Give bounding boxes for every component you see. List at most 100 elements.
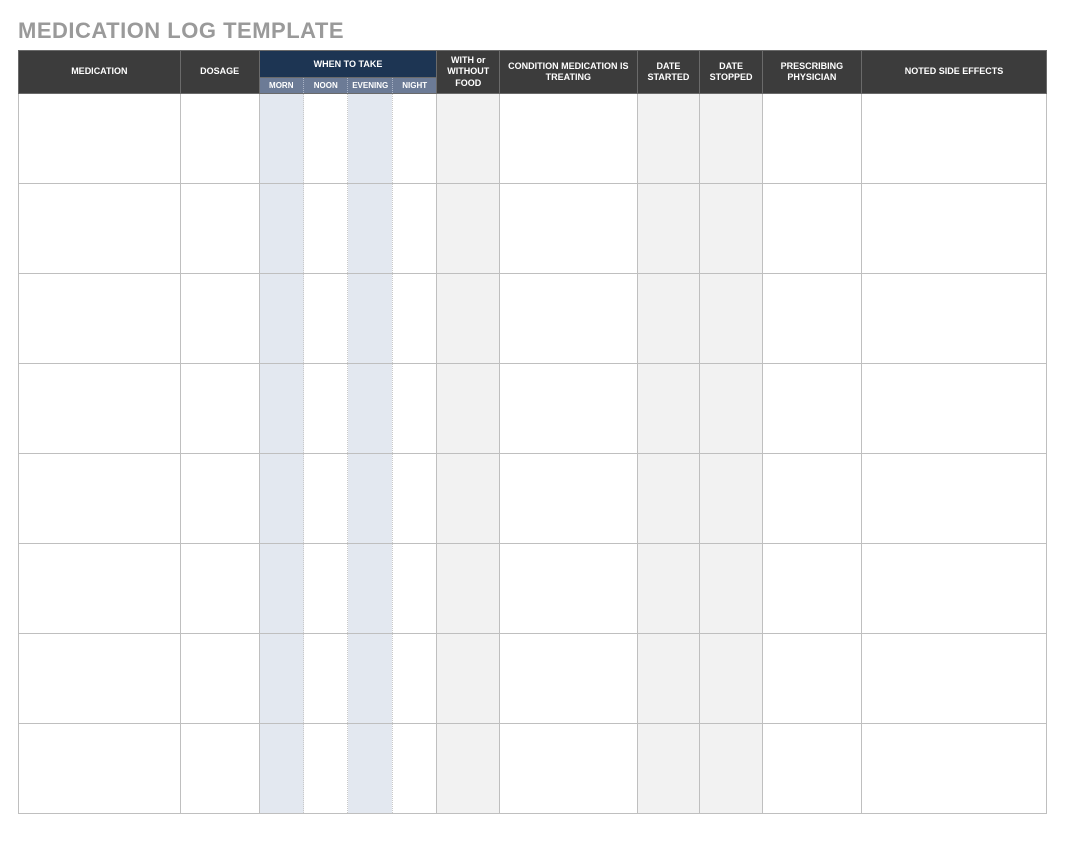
cell-morn[interactable] [259,543,303,633]
cell-noon[interactable] [304,723,348,813]
cell-night[interactable] [392,543,437,633]
cell-medication[interactable] [19,723,181,813]
cell-with-food[interactable] [437,183,500,273]
cell-dosage[interactable] [180,273,259,363]
cell-evening[interactable] [348,543,392,633]
cell-medication[interactable] [19,453,181,543]
cell-night[interactable] [392,93,437,183]
cell-night[interactable] [392,363,437,453]
cell-medication[interactable] [19,183,181,273]
cell-with-food[interactable] [437,93,500,183]
cell-night[interactable] [392,273,437,363]
cell-dosage[interactable] [180,363,259,453]
cell-date-stopped[interactable] [700,633,763,723]
cell-noon[interactable] [304,183,348,273]
cell-side-effects[interactable] [861,723,1046,813]
cell-physician[interactable] [762,363,861,453]
cell-medication[interactable] [19,633,181,723]
cell-with-food[interactable] [437,633,500,723]
cell-condition[interactable] [500,543,637,633]
cell-evening[interactable] [348,723,392,813]
cell-dosage[interactable] [180,453,259,543]
cell-with-food[interactable] [437,363,500,453]
cell-medication[interactable] [19,93,181,183]
cell-side-effects[interactable] [861,543,1046,633]
cell-physician[interactable] [762,183,861,273]
cell-date-started[interactable] [637,363,700,453]
col-date-stopped: DATE STOPPED [700,51,763,94]
cell-night[interactable] [392,723,437,813]
cell-evening[interactable] [348,363,392,453]
cell-dosage[interactable] [180,183,259,273]
cell-physician[interactable] [762,93,861,183]
cell-physician[interactable] [762,723,861,813]
cell-morn[interactable] [259,633,303,723]
col-side-effects: NOTED SIDE EFFECTS [861,51,1046,94]
cell-night[interactable] [392,183,437,273]
cell-date-stopped[interactable] [700,93,763,183]
cell-condition[interactable] [500,633,637,723]
cell-side-effects[interactable] [861,273,1046,363]
cell-side-effects[interactable] [861,183,1046,273]
cell-side-effects[interactable] [861,633,1046,723]
cell-evening[interactable] [348,273,392,363]
cell-physician[interactable] [762,633,861,723]
cell-condition[interactable] [500,723,637,813]
cell-date-stopped[interactable] [700,723,763,813]
cell-morn[interactable] [259,93,303,183]
cell-condition[interactable] [500,183,637,273]
cell-dosage[interactable] [180,93,259,183]
cell-with-food[interactable] [437,453,500,543]
cell-medication[interactable] [19,273,181,363]
cell-evening[interactable] [348,183,392,273]
cell-noon[interactable] [304,543,348,633]
cell-with-food[interactable] [437,543,500,633]
cell-dosage[interactable] [180,723,259,813]
cell-date-stopped[interactable] [700,453,763,543]
cell-noon[interactable] [304,453,348,543]
cell-night[interactable] [392,453,437,543]
cell-date-started[interactable] [637,543,700,633]
cell-condition[interactable] [500,453,637,543]
cell-evening[interactable] [348,633,392,723]
cell-morn[interactable] [259,273,303,363]
cell-side-effects[interactable] [861,363,1046,453]
cell-date-stopped[interactable] [700,273,763,363]
cell-physician[interactable] [762,453,861,543]
cell-morn[interactable] [259,453,303,543]
cell-evening[interactable] [348,453,392,543]
cell-dosage[interactable] [180,633,259,723]
cell-medication[interactable] [19,543,181,633]
cell-condition[interactable] [500,93,637,183]
cell-side-effects[interactable] [861,93,1046,183]
cell-condition[interactable] [500,363,637,453]
cell-noon[interactable] [304,363,348,453]
cell-morn[interactable] [259,723,303,813]
cell-night[interactable] [392,633,437,723]
cell-morn[interactable] [259,183,303,273]
cell-noon[interactable] [304,93,348,183]
cell-noon[interactable] [304,633,348,723]
col-noon: NOON [304,77,348,93]
cell-side-effects[interactable] [861,453,1046,543]
table-row [19,633,1047,723]
cell-date-stopped[interactable] [700,183,763,273]
cell-date-started[interactable] [637,453,700,543]
cell-morn[interactable] [259,363,303,453]
cell-with-food[interactable] [437,273,500,363]
cell-date-started[interactable] [637,633,700,723]
cell-condition[interactable] [500,273,637,363]
cell-with-food[interactable] [437,723,500,813]
cell-dosage[interactable] [180,543,259,633]
cell-date-started[interactable] [637,93,700,183]
cell-evening[interactable] [348,93,392,183]
cell-medication[interactable] [19,363,181,453]
cell-noon[interactable] [304,273,348,363]
cell-date-stopped[interactable] [700,543,763,633]
cell-date-stopped[interactable] [700,363,763,453]
cell-date-started[interactable] [637,183,700,273]
cell-date-started[interactable] [637,723,700,813]
cell-date-started[interactable] [637,273,700,363]
cell-physician[interactable] [762,273,861,363]
cell-physician[interactable] [762,543,861,633]
